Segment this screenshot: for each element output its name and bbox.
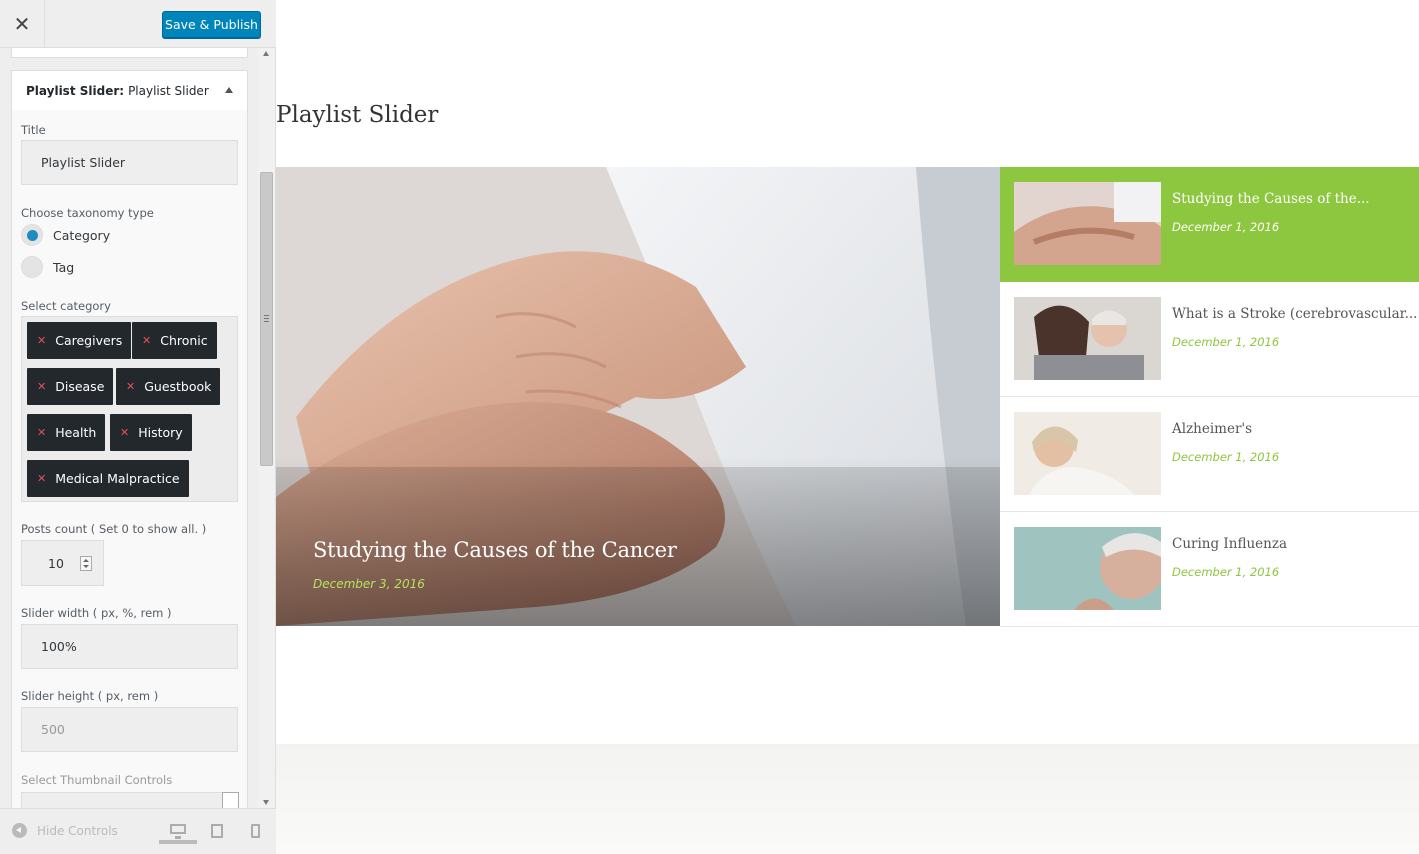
title-input[interactable]: Playlist Slider [21,140,238,185]
slider-height-input[interactable]: 500 [21,707,238,752]
remove-icon[interactable]: ✕ [120,426,129,439]
remove-icon[interactable]: ✕ [126,380,135,393]
playlist-item-title[interactable]: Alzheimer's [1172,421,1252,437]
slider-height-label: Slider height ( px, rem ) [21,689,159,703]
desktop-icon[interactable] [170,824,186,839]
playlist-item[interactable]: Alzheimer's December 1, 2016 [1000,397,1419,512]
radio-icon-selected[interactable] [21,224,43,246]
slider-width-input[interactable]: 100% [21,624,238,669]
chip-label: Caregivers [55,333,123,348]
thumbnail-controls-checkbox[interactable] [222,792,239,809]
playlist: Studying the Causes of the... December 1… [1000,167,1419,627]
playlist-thumbnail [1014,527,1161,610]
playlist-item-date: December 1, 2016 [1172,565,1280,579]
customizer-header: ✕ Save & Publish [0,0,276,48]
widget-name: Playlist Slider [128,83,209,98]
radio-icon[interactable] [21,256,43,278]
title-label: Title [21,123,46,137]
chip-label: Chronic [160,333,208,348]
hide-controls-label: Hide Controls [37,823,118,838]
save-publish-button[interactable]: Save & Publish [162,11,261,38]
taxonomy-label: Choose taxonomy type [21,206,154,220]
playlist-thumbnail [1014,412,1161,495]
playlist-item-date: December 1, 2016 [1172,450,1280,464]
category-chip[interactable]: ✕ Chronic [132,322,217,359]
remove-icon[interactable]: ✕ [37,380,46,393]
number-stepper-icon[interactable] [80,556,92,571]
scroll-down-icon[interactable] [263,800,269,805]
radio-tag-label: Tag [53,259,75,275]
collapse-arrow-icon[interactable] [225,87,233,93]
sidebar-scrollbar[interactable] [258,48,275,808]
collapse-icon [12,823,27,838]
playlist-item-title[interactable]: What is a Stroke (cerebrovascular... [1172,306,1417,322]
previous-widget-card [11,48,248,58]
thumbnail-controls-label: Select Thumbnail Controls [21,773,173,787]
scroll-up-icon[interactable] [263,51,269,56]
site-footer-band [276,744,1419,854]
widget-header[interactable]: Playlist Slider: Playlist Slider [11,70,248,111]
playlist-item[interactable]: What is a Stroke (cerebrovascular... Dec… [1000,282,1419,397]
category-chip[interactable]: ✕ Health [27,414,106,451]
playlist-thumbnail [1014,297,1161,380]
playlist-item-date: December 1, 2016 [1172,335,1280,349]
grip-icon [264,315,269,322]
close-icon[interactable]: ✕ [0,0,45,47]
category-chip[interactable]: ✕ Disease [27,368,114,405]
scrollbar-thumb[interactable] [260,172,273,466]
chip-label: Medical Malpractice [55,471,180,486]
playlist-item-title[interactable]: Curing Influenza [1172,536,1287,552]
widget-type-label: Playlist Slider: [26,83,125,98]
chip-label: Guestbook [144,379,212,394]
site-preview: Playlist Slider Studying the Causes of t… [276,0,1419,854]
featured-slide[interactable]: Studying the Causes of the Cancer Decemb… [276,167,1000,626]
remove-icon[interactable]: ✕ [37,472,46,485]
chip-label: Disease [55,379,105,394]
featured-title[interactable]: Studying the Causes of the Cancer [313,538,677,562]
chip-label: History [138,425,183,440]
chip-label: Health [55,425,97,440]
playlist-item[interactable]: Curing Influenza December 1, 2016 [1000,512,1419,627]
posts-count-label: Posts count ( Set 0 to show all. ) [21,522,207,536]
remove-icon[interactable]: ✕ [142,334,151,347]
category-chip[interactable]: ✕ Medical Malpractice [27,460,189,497]
mobile-icon[interactable] [251,824,260,838]
active-device-indicator [159,840,197,844]
featured-date: December 3, 2016 [313,577,425,591]
section-title: Playlist Slider [276,102,439,128]
customizer-sidebar: ✕ Save & Publish Playlist Slider: Playli… [0,0,276,854]
playlist-thumbnail [1014,182,1161,265]
remove-icon[interactable]: ✕ [37,334,46,347]
radio-category[interactable]: Category [21,224,110,246]
remove-icon[interactable]: ✕ [37,426,46,439]
category-select-box[interactable]: ✕ Caregivers ✕ Chronic ✕ Disease ✕ Guestbook… [21,316,238,502]
radio-category-label: Category [53,227,111,243]
slider-width-label: Slider width ( px, %, rem ) [21,606,172,620]
playlist-item-date: December 1, 2016 [1172,220,1280,234]
playlist-item-active[interactable]: Studying the Causes of the... December 1… [1000,167,1419,282]
category-chip[interactable]: ✕ Guestbook [116,368,221,405]
radio-tag[interactable]: Tag [21,256,74,278]
category-label: Select category [21,299,111,313]
customizer-footer: Hide Controls [0,808,276,854]
hide-controls-button[interactable]: Hide Controls [12,823,118,838]
tablet-icon[interactable] [211,824,223,838]
category-chip[interactable]: ✕ History [110,414,192,451]
playlist-item-title[interactable]: Studying the Causes of the... [1172,191,1370,207]
category-chip[interactable]: ✕ Caregivers [27,322,132,359]
